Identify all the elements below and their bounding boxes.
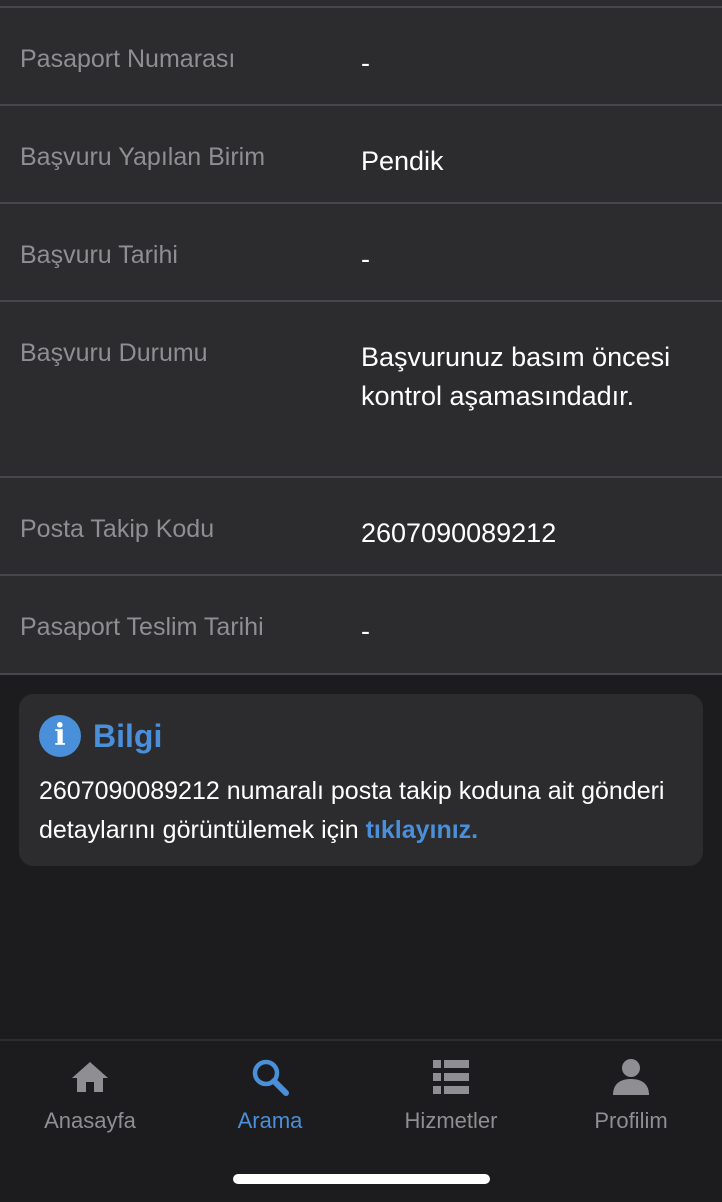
tab-label: Profilim — [594, 1108, 668, 1133]
tab-profile[interactable]: Profilim — [541, 1041, 721, 1161]
detail-row-tracking-code: Posta Takip Kodu 2607090089212 — [0, 478, 722, 576]
detail-value: - — [361, 244, 370, 274]
info-title: Bilgi — [93, 718, 163, 754]
info-card: i Bilgi 2607090089212 numaralı posta tak… — [19, 694, 703, 866]
tab-label: Hizmetler — [404, 1108, 498, 1133]
detail-label: Başvuru Durumu — [20, 339, 208, 367]
detail-label: Başvuru Tarihi — [20, 241, 178, 269]
tab-label: Anasayfa — [44, 1108, 136, 1133]
application-details-panel: Pasaport Numarası - Başvuru Yapılan Biri… — [0, 0, 722, 675]
tab-search[interactable]: Arama — [180, 1041, 360, 1161]
detail-label: Pasaport Teslim Tarihi — [20, 613, 264, 641]
detail-value: - — [361, 48, 370, 78]
detail-value: - — [361, 616, 370, 646]
detail-value: 2607090089212 — [361, 518, 557, 548]
info-text: 2607090089212 numaralı posta takip kodun… — [39, 772, 689, 850]
list-icon — [433, 1060, 469, 1094]
info-message: 2607090089212 numaralı posta takip kodun… — [39, 777, 665, 844]
tab-home[interactable]: Anasayfa — [0, 1041, 180, 1161]
detail-label: Başvuru Yapılan Birim — [20, 143, 266, 171]
detail-label: Posta Takip Kodu — [20, 515, 215, 543]
tab-services[interactable]: Hizmetler — [361, 1041, 541, 1161]
detail-value: Başvurunuz basım öncesi kontrol aşamasın… — [361, 342, 671, 411]
home-indicator[interactable] — [233, 1174, 490, 1184]
home-icon — [72, 1062, 108, 1092]
detail-row-application-status: Başvuru Durumu Başvurunuz basım öncesi k… — [0, 302, 722, 478]
detail-row-delivery-date: Pasaport Teslim Tarihi - — [0, 576, 722, 675]
search-icon — [252, 1059, 289, 1096]
tracking-details-link[interactable]: tıklayınız. — [366, 816, 479, 844]
detail-row-passport-number: Pasaport Numarası - — [0, 8, 722, 106]
person-icon — [613, 1059, 649, 1095]
tab-label: Arama — [237, 1108, 303, 1133]
detail-row-application-date: Başvuru Tarihi - — [0, 204, 722, 302]
detail-label: Pasaport Numarası — [20, 45, 236, 73]
detail-value: Pendik — [361, 146, 444, 176]
info-icon: i — [39, 715, 81, 757]
detail-row-application-unit: Başvuru Yapılan Birim Pendik — [0, 106, 722, 204]
